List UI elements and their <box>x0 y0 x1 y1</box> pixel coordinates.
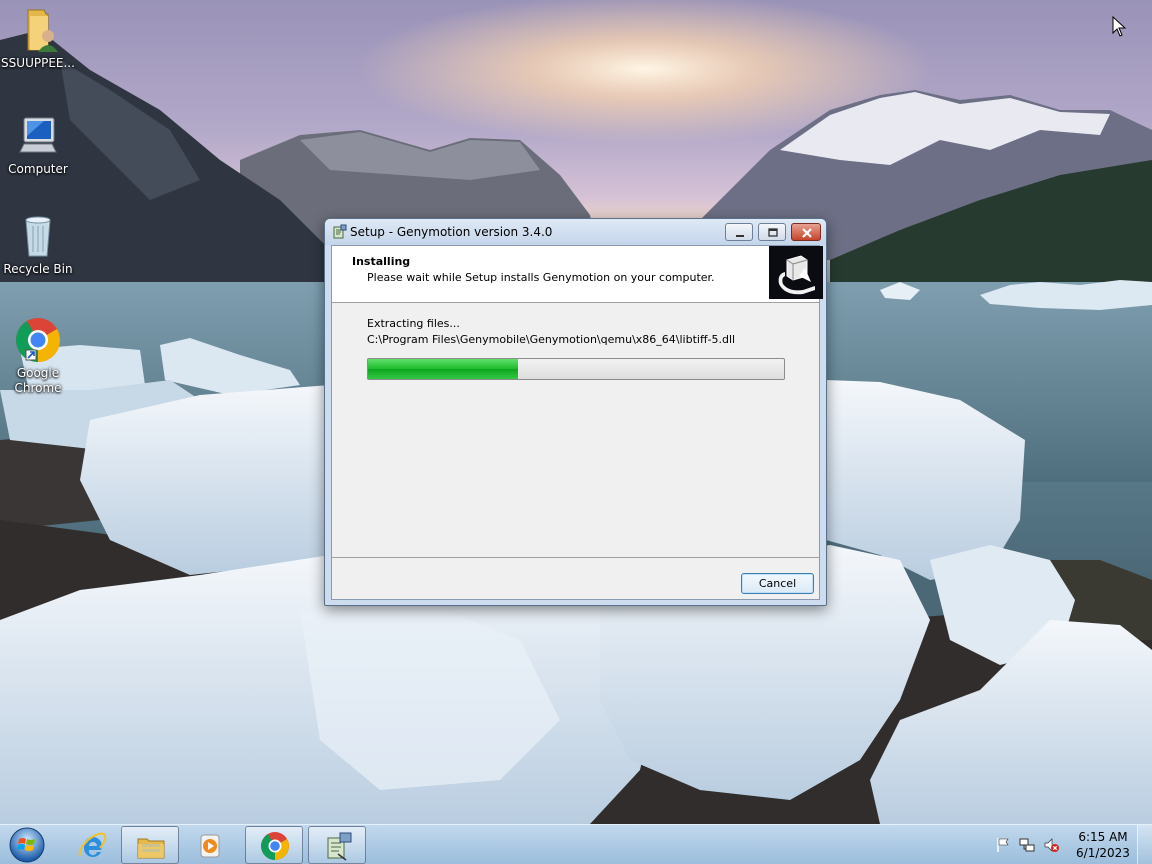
chrome-icon <box>259 830 291 862</box>
desktop-icon-google-chrome[interactable]: Google Chrome <box>0 316 76 396</box>
taskbar-windows-explorer[interactable] <box>121 826 179 864</box>
current-file-path: C:\Program Files\Genymobile\Genymotion\q… <box>367 333 736 346</box>
desktop-icon-recycle-bin[interactable]: Recycle Bin <box>0 212 76 277</box>
show-desktop-button[interactable] <box>1137 825 1152 864</box>
action-center-flag-icon[interactable] <box>995 837 1011 853</box>
window-title: Setup - Genymotion version 3.4.0 <box>350 225 553 239</box>
installer-logo-icon <box>769 246 823 299</box>
recycle-bin-icon <box>14 212 62 260</box>
taskbar-setup[interactable] <box>308 826 366 864</box>
media-player-icon <box>194 830 226 862</box>
desktop-icon-computer[interactable]: Computer <box>0 112 76 177</box>
close-icon <box>802 228 812 238</box>
desktop-icon-label: Computer <box>8 162 68 176</box>
user-folder-icon <box>14 6 62 54</box>
wizard-client-area: Installing Please wait while Setup insta… <box>331 245 823 600</box>
close-button[interactable] <box>791 223 821 241</box>
mouse-pointer-icon <box>1112 15 1127 38</box>
maximize-button[interactable] <box>758 223 786 241</box>
start-button[interactable] <box>4 826 50 864</box>
chrome-icon <box>14 316 62 364</box>
taskbar-internet-explorer[interactable] <box>62 826 120 864</box>
desktop-icon-label: SSUUPPEE... <box>1 56 75 70</box>
taskbar-media-player[interactable] <box>180 826 238 864</box>
window-titlebar[interactable]: Setup - Genymotion version 3.4.0 <box>325 219 826 245</box>
setup-window: Setup - Genymotion version 3.4.0 Install… <box>324 218 827 606</box>
cancel-button[interactable]: Cancel <box>741 573 814 594</box>
minimize-button[interactable] <box>725 223 753 241</box>
taskbar: 6:15 AM 6/1/2023 <box>0 824 1152 864</box>
network-icon[interactable] <box>1019 837 1035 853</box>
windows-orb-icon <box>9 827 45 863</box>
computer-icon <box>14 112 62 160</box>
setup-icon <box>322 830 354 862</box>
windows-explorer-icon <box>135 830 167 862</box>
desktop-icon-label: Google Chrome <box>14 366 62 395</box>
footer-divider <box>332 557 819 558</box>
progress-fill <box>368 359 518 379</box>
desktop-icon-user-folder[interactable]: SSUUPPEE... <box>0 6 76 71</box>
page-title: Installing <box>352 255 411 268</box>
setup-app-icon <box>332 224 348 240</box>
status-text: Extracting files... <box>367 317 460 330</box>
clock-time[interactable]: 6:15 AM <box>1074 830 1132 844</box>
desktop-icon-label: Recycle Bin <box>3 262 73 276</box>
volume-muted-icon[interactable] <box>1043 837 1059 853</box>
page-subtitle: Please wait while Setup installs Genymot… <box>367 271 715 284</box>
clock-date[interactable]: 6/1/2023 <box>1072 846 1134 860</box>
wizard-header: Installing Please wait while Setup insta… <box>332 246 823 303</box>
install-progress-bar <box>367 358 785 380</box>
internet-explorer-icon <box>76 830 108 862</box>
taskbar-google-chrome[interactable] <box>245 826 303 864</box>
